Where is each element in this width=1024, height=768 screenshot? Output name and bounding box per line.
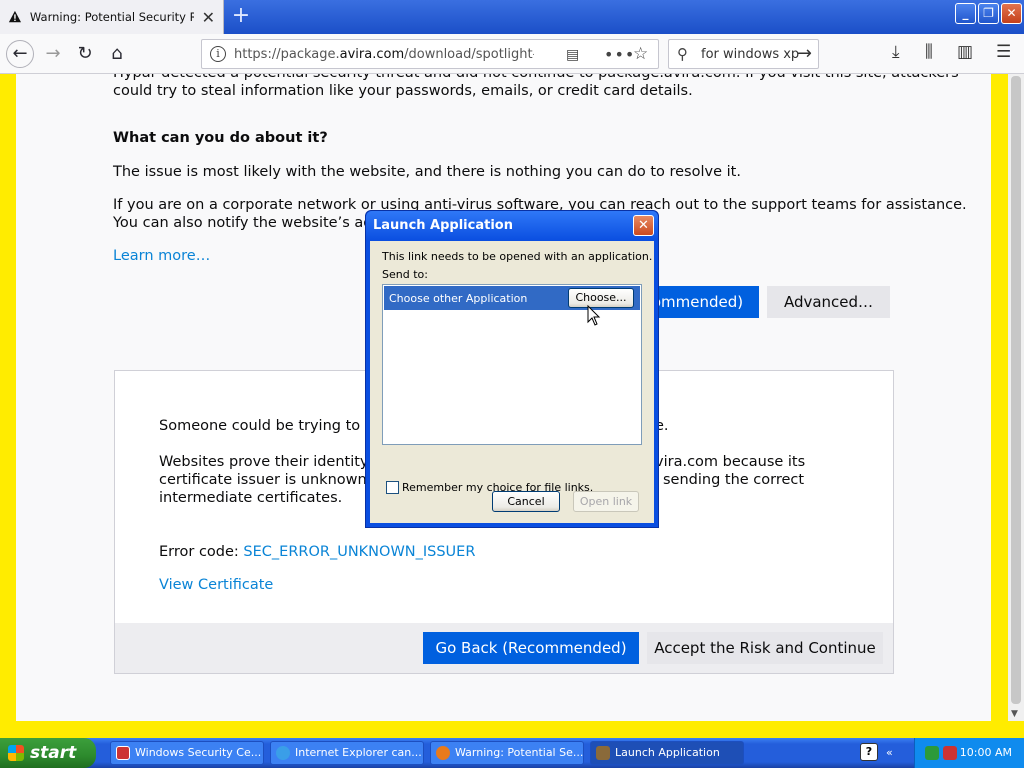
windows-logo-icon [8, 745, 24, 761]
mouse-cursor-icon [587, 305, 601, 326]
url-domain: avira.com [339, 47, 405, 62]
paragraph-1: The issue is most likely with the websit… [113, 164, 741, 180]
system-tray: 10:00 AM [914, 738, 1024, 768]
dialog-titlebar[interactable]: Launch Application [366, 211, 658, 241]
task-label: Launch Application [615, 746, 720, 759]
bookmark-star-icon[interactable]: ☆ [633, 44, 648, 64]
task-label: Internet Explorer can... [295, 746, 422, 759]
home-button[interactable]: ⌂ [103, 40, 131, 68]
launch-application-dialog: Launch Application ✕ This link needs to … [365, 210, 659, 528]
panel-line-2b: vira.com because its [655, 454, 806, 470]
panel-line-1a: Someone could be trying to imp [159, 418, 393, 434]
url-path: /download/spotlight-wind [404, 47, 534, 62]
task-launch-application[interactable]: Launch Application [590, 741, 744, 765]
remember-choice-checkbox[interactable] [386, 481, 399, 494]
page-actions-icon[interactable]: ••• [604, 45, 635, 64]
tab-close-icon[interactable]: ✕ [202, 8, 215, 27]
dialog-title: Launch Application [373, 218, 513, 233]
open-link-button[interactable]: Open link [573, 491, 639, 512]
intro-line-2: could try to steal information like your… [113, 83, 693, 99]
maximize-button[interactable]: ❐ [978, 3, 999, 24]
task-windows-security[interactable]: Windows Security Ce... [110, 741, 264, 765]
learn-more-link[interactable]: Learn more… [113, 247, 210, 265]
error-code-link[interactable]: SEC_ERROR_UNKNOWN_ISSUER [243, 544, 475, 560]
reader-view-icon[interactable]: ▤ [566, 47, 579, 63]
panel-line-3b: sending the correct [663, 472, 805, 488]
window-controls: _ ❐ ✕ [955, 3, 1022, 24]
page-heading: What can you do about it? [113, 130, 328, 146]
intro-line-1: Hypar detected a potential security thre… [113, 74, 959, 82]
tab-title: Warning: Potential Security Risk A [29, 10, 194, 24]
taskbar: start Windows Security Ce... Internet Ex… [0, 738, 1024, 768]
back-button[interactable]: ← [6, 40, 34, 68]
forward-button[interactable]: → [39, 40, 67, 68]
panel-line-3a: certificate issuer is unknown, the [159, 472, 400, 488]
dialog-body: This link needs to be opened with an app… [370, 241, 654, 523]
send-to-label: Send to: [382, 268, 428, 281]
choose-button[interactable]: Choose... [568, 288, 634, 308]
task-internet-explorer[interactable]: Internet Explorer can... [270, 741, 424, 765]
site-info-icon[interactable]: i [210, 46, 226, 62]
url-text[interactable]: https://package.avira.com/download/spotl… [234, 47, 534, 62]
list-item-label: Choose other Application [389, 292, 528, 305]
url-bar[interactable]: i https://package.avira.com/download/spo… [201, 39, 659, 69]
error-code-row: Error code: SEC_ERROR_UNKNOWN_ISSUER [159, 543, 475, 561]
cancel-button[interactable]: Cancel [492, 491, 560, 512]
search-input[interactable]: for windows xp [701, 47, 799, 62]
dialog-close-button[interactable]: ✕ [633, 215, 654, 236]
scroll-down-arrow-icon[interactable]: ▼ [1011, 709, 1018, 719]
close-window-button[interactable]: ✕ [1001, 3, 1022, 24]
downloads-icon[interactable]: ⤓ [892, 42, 900, 62]
tab-active[interactable]: Warning: Potential Security Risk A ✕ [0, 0, 224, 34]
task-label: Warning: Potential Se... [455, 746, 584, 759]
shield-icon [116, 746, 130, 760]
paragraph-2-line-2: You can also notify the website’s admi [113, 215, 391, 231]
menu-icon[interactable]: ☰ [996, 42, 1011, 62]
help-icon[interactable]: ? [860, 743, 878, 761]
firefox-icon [436, 746, 450, 760]
search-bar[interactable]: ⚲ for windows xp → [668, 39, 819, 69]
tray-expand-icon[interactable]: « [886, 746, 893, 759]
url-prefix: https://package. [234, 47, 340, 62]
view-certificate-link[interactable]: View Certificate [159, 576, 273, 594]
accept-risk-button[interactable]: Accept the Risk and Continue [647, 632, 883, 664]
new-tab-button[interactable]: + [228, 5, 254, 29]
scrollbar-thumb[interactable] [1011, 76, 1021, 704]
sidebar-icon[interactable]: ▥ [957, 42, 973, 62]
start-button[interactable]: start [0, 738, 96, 768]
navigation-toolbar: ← → ↻ ⌂ i https://package.avira.com/down… [0, 34, 1024, 74]
warning-icon [8, 10, 22, 23]
vertical-scrollbar[interactable]: ▼ [1008, 74, 1024, 721]
application-icon [596, 746, 610, 760]
start-label: start [30, 743, 77, 763]
panel-footer: Go Back (Recommended) Accept the Risk an… [115, 623, 893, 673]
search-go-icon[interactable]: → [797, 43, 812, 64]
ie-icon [276, 746, 290, 760]
application-list[interactable]: Choose other Application Choose... [382, 284, 642, 445]
minimize-button[interactable]: _ [955, 3, 976, 24]
reload-button[interactable]: ↻ [71, 40, 99, 68]
network-icon[interactable] [925, 746, 939, 760]
search-icon: ⚲ [677, 45, 688, 63]
browser-titlebar: Warning: Potential Security Risk A ✕ + _… [0, 0, 1024, 34]
clock: 10:00 AM [959, 746, 1012, 759]
dialog-message: This link needs to be opened with an app… [382, 250, 653, 263]
library-icon[interactable]: ⫼ [925, 42, 933, 62]
error-code-label: Error code: [159, 544, 244, 560]
security-alert-icon[interactable] [943, 746, 957, 760]
go-back-button[interactable]: Go Back (Recommended) [423, 632, 639, 664]
panel-line-4: intermediate certificates. [159, 490, 343, 506]
task-firefox-warning[interactable]: Warning: Potential Se... [430, 741, 584, 765]
task-label: Windows Security Ce... [135, 746, 262, 759]
panel-line-2a: Websites prove their identity via [159, 454, 395, 470]
advanced-button[interactable]: Advanced… [767, 286, 890, 318]
